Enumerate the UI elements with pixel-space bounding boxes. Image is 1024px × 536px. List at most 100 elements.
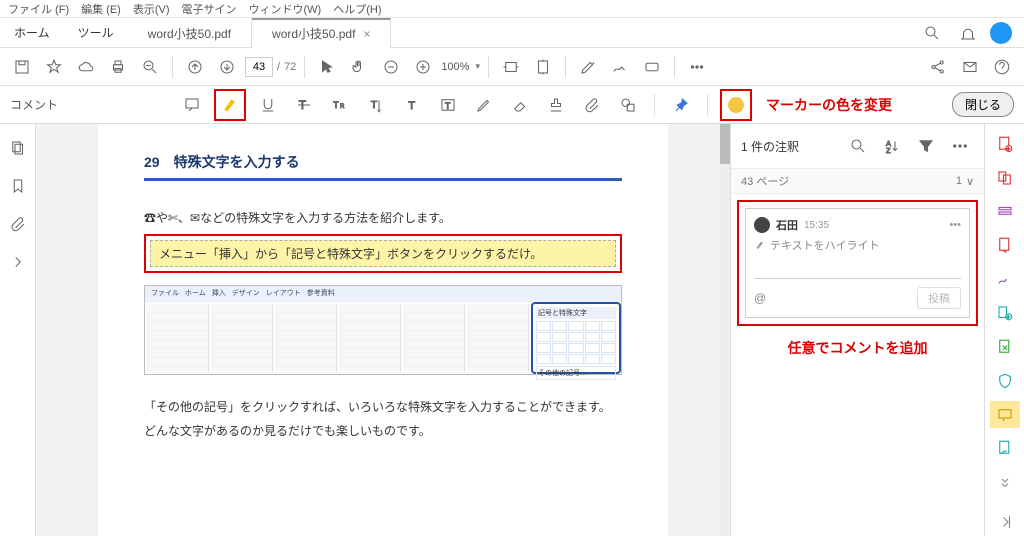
tab-file-1[interactable]: word小技50.pdf [128, 18, 252, 48]
export-icon[interactable] [990, 231, 1020, 259]
text-comment-icon[interactable]: T [398, 91, 426, 119]
share-icon[interactable] [924, 53, 952, 81]
zoom-in-plus-icon[interactable] [409, 53, 437, 81]
hand-icon[interactable] [345, 53, 373, 81]
intro-text: ☎や✄、✉などの特殊文字を入力する方法を紹介します。 [144, 209, 622, 226]
comment-card[interactable]: 石田 15:35 ••• テキストをハイライト @ 投稿 [745, 208, 970, 318]
workarea: 29特殊文字を入力する ☎や✄、✉などの特殊文字を入力する方法を紹介します。 メ… [0, 124, 1024, 536]
right-rail: + + [984, 124, 1024, 536]
sort-icon[interactable]: AZ [878, 132, 906, 160]
zoom-out-minus-icon[interactable] [377, 53, 405, 81]
cloud-icon[interactable] [72, 53, 100, 81]
fit-width-icon[interactable] [497, 53, 525, 81]
menu-sign[interactable]: 電子サイン [182, 1, 237, 17]
section-number: 29 [144, 154, 160, 170]
email-icon[interactable] [956, 53, 984, 81]
close-button[interactable]: 閉じる [952, 92, 1014, 117]
organize-icon[interactable]: + [990, 299, 1020, 327]
svg-text:Z: Z [886, 146, 891, 155]
star-icon[interactable] [40, 53, 68, 81]
strikethrough-icon[interactable]: T [290, 91, 318, 119]
text-box-icon[interactable]: T [434, 91, 462, 119]
avatar[interactable] [990, 22, 1012, 44]
post-button[interactable]: 投稿 [917, 287, 961, 309]
tab-tools[interactable]: ツール [64, 24, 128, 41]
search-icon[interactable] [918, 19, 946, 47]
thumbnails-icon[interactable] [4, 134, 32, 162]
edit-pdf-icon[interactable] [574, 53, 602, 81]
insert-text-icon[interactable]: T [362, 91, 390, 119]
edit-icon[interactable] [990, 198, 1020, 226]
svg-text:R: R [340, 104, 345, 110]
print-icon[interactable] [104, 53, 132, 81]
page-group-header[interactable]: 43 ページ 1 ∨ [731, 168, 984, 194]
highlighted-text[interactable]: メニュー「挿入」から「記号と特殊文字」ボタンをクリックするだけ。 [150, 240, 616, 267]
chevron-down-icon[interactable]: ∨ [966, 175, 974, 188]
next-page-icon[interactable] [213, 53, 241, 81]
rail-chevron-icon[interactable] [4, 248, 32, 276]
menu-help[interactable]: ヘルプ(H) [333, 1, 381, 17]
scrollbar[interactable] [720, 124, 730, 536]
highlighted-box: メニュー「挿入」から「記号と特殊文字」ボタンをクリックするだけ。 [144, 234, 622, 273]
link-icon[interactable] [638, 53, 666, 81]
paragraph-2: どんな文字があるのか見るだけでも楽しいものです。 [144, 419, 622, 443]
page-input[interactable] [245, 57, 273, 77]
collapse-rail-icon[interactable] [990, 508, 1020, 536]
underline-icon[interactable] [254, 91, 282, 119]
search-comments-icon[interactable] [844, 132, 872, 160]
shapes-icon[interactable] [614, 91, 642, 119]
highlight-tool[interactable] [214, 89, 246, 121]
protect-icon[interactable] [990, 367, 1020, 395]
comment-rail-icon[interactable] [990, 401, 1020, 429]
sign-icon[interactable] [606, 53, 634, 81]
tab-file-2[interactable]: word小技50.pdf × [252, 18, 391, 48]
bell-icon[interactable] [954, 19, 982, 47]
help-icon[interactable] [988, 53, 1016, 81]
compress-icon[interactable] [990, 333, 1020, 361]
zoom-level[interactable]: 100% [441, 61, 469, 73]
eraser-icon[interactable] [506, 91, 534, 119]
color-dot-icon [728, 97, 744, 113]
menu-edit[interactable]: 編集 (E) [81, 1, 121, 17]
scrollbar-thumb[interactable] [720, 124, 730, 164]
more-tools-icon[interactable] [683, 53, 711, 81]
save-icon[interactable] [8, 53, 36, 81]
fit-page-icon[interactable] [529, 53, 557, 81]
options-icon[interactable] [946, 132, 974, 160]
replace-text-icon[interactable]: TR [326, 91, 354, 119]
page-group-label: 43 ページ [741, 173, 789, 189]
pencil-icon[interactable] [470, 91, 498, 119]
sticky-note-icon[interactable] [178, 91, 206, 119]
zoom-out-icon[interactable] [136, 53, 164, 81]
filter-icon[interactable] [912, 132, 940, 160]
section-title: 29特殊文字を入力する [144, 152, 622, 172]
bookmark-icon[interactable] [4, 172, 32, 200]
pin-icon[interactable] [667, 91, 695, 119]
more-rail-icon[interactable] [990, 468, 1020, 496]
chevron-down-icon[interactable]: ▾ [475, 61, 480, 72]
attach-icon[interactable] [578, 91, 606, 119]
menu-view[interactable]: 表示(V) [133, 1, 170, 17]
pointer-icon[interactable] [313, 53, 341, 81]
document-area[interactable]: 29特殊文字を入力する ☎や✄、✉などの特殊文字を入力する方法を紹介します。 メ… [36, 124, 730, 536]
comment-input[interactable] [754, 261, 961, 279]
comment-menu-icon[interactable]: ••• [949, 219, 961, 231]
close-icon[interactable]: × [363, 27, 370, 41]
menu-file[interactable]: ファイル (F) [8, 1, 69, 17]
combine-icon[interactable] [990, 164, 1020, 192]
tab-label: word小技50.pdf [272, 25, 355, 42]
create-pdf-icon[interactable]: + [990, 130, 1020, 158]
fill-sign-rail-icon[interactable] [990, 434, 1020, 462]
mention-icon[interactable]: @ [754, 291, 766, 305]
attachment-rail-icon[interactable] [4, 210, 32, 238]
main-toolbar: / 72 100%▾ [0, 48, 1024, 86]
left-rail [0, 124, 36, 536]
comments-panel: 1 件の注釈 AZ 43 ページ 1 ∨ 石田 15:35 ••• [730, 124, 984, 536]
prev-page-icon[interactable] [181, 53, 209, 81]
stamp-icon[interactable] [542, 91, 570, 119]
sign-rail-icon[interactable] [990, 265, 1020, 293]
tab-home[interactable]: ホーム [0, 24, 64, 41]
menu-window[interactable]: ウィンドウ(W) [249, 1, 322, 17]
annotation-marker-color: マーカーの色を変更 [766, 95, 892, 115]
color-picker[interactable] [720, 89, 752, 121]
